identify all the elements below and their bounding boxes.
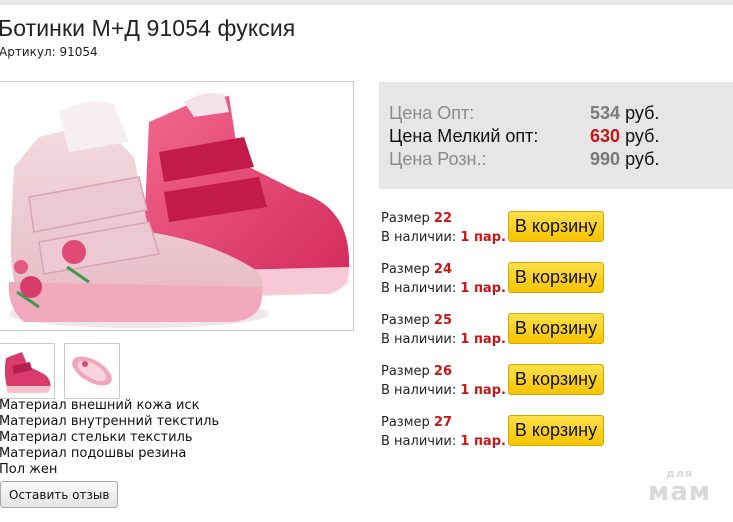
size-value: 27 — [433, 415, 453, 430]
stock-label: В наличии: — [381, 434, 457, 449]
add-to-cart-button[interactable]: В корзину — [508, 415, 604, 446]
price-unit: руб. — [625, 103, 660, 123]
size-value: 22 — [433, 211, 453, 226]
size-label: Размер — [381, 262, 430, 277]
top-bar — [0, 0, 733, 5]
product-specs: Материал внешний кожа иск Материал внутр… — [0, 398, 219, 478]
stock-line: В наличии: 1 пар. — [381, 434, 506, 449]
price-row-retail: Цена Розн.: 990 руб. — [389, 149, 659, 170]
main-product-image[interactable] — [0, 81, 354, 331]
add-to-cart-button[interactable]: В корзину — [508, 313, 604, 344]
price-value: 630 — [590, 126, 621, 146]
price-row-small-wholesale: Цена Мелкий опт: 630 руб. — [389, 126, 659, 147]
thumbnail-sole-view[interactable] — [64, 343, 120, 399]
stock-line: В наличии: 1 пар. — [381, 332, 506, 347]
size-line: Размер 24 — [381, 262, 452, 277]
price-unit: руб. — [625, 126, 660, 146]
watermark-logo: для мам — [648, 468, 711, 505]
add-to-cart-button[interactable]: В корзину — [508, 364, 604, 395]
thumbnail-sole-image — [72, 356, 112, 386]
stock-label: В наличии: — [381, 383, 457, 398]
add-to-cart-button[interactable]: В корзину — [508, 211, 604, 242]
product-title: Ботинки М+Д 91054 фуксия — [0, 15, 296, 41]
spec-line: Материал внутренний текстиль — [0, 414, 220, 429]
stock-line: В наличии: 1 пар. — [381, 383, 506, 398]
size-label: Размер — [381, 415, 430, 430]
size-label: Размер — [381, 364, 430, 379]
spec-line: Пол жен — [0, 462, 58, 477]
size-value: 24 — [433, 262, 453, 277]
size-line: Размер 25 — [381, 313, 452, 328]
spec-line: Материал подошвы резина — [0, 446, 187, 461]
thumbnail-side-view[interactable] — [0, 343, 55, 399]
price-row-wholesale: Цена Опт: 534 руб. — [389, 103, 659, 124]
stock-value: 1 пар. — [460, 332, 506, 347]
price-unit: руб. — [625, 149, 660, 169]
stock-line: В наличии: 1 пар. — [381, 281, 506, 296]
size-label: Размер — [381, 313, 430, 328]
size-line: Размер 22 — [381, 211, 452, 226]
size-value: 25 — [433, 313, 453, 328]
stock-value: 1 пар. — [460, 434, 506, 449]
size-value: 26 — [433, 364, 453, 379]
price-value: 534 — [590, 103, 621, 123]
stock-line: В наличии: 1 пар. — [381, 230, 506, 245]
price-label: Цена Розн.: — [389, 149, 487, 169]
stock-value: 1 пар. — [460, 281, 506, 296]
price-value: 990 — [590, 149, 621, 169]
price-box: Цена Опт: 534 руб. Цена Мелкий опт: 630 ру… — [379, 82, 733, 189]
shoes-illustration — [8, 93, 350, 328]
spec-line: Материал стельки текстиль — [0, 430, 193, 445]
add-to-cart-button[interactable]: В корзину — [508, 262, 604, 293]
watermark-line2: мам — [648, 477, 712, 507]
size-label: Размер — [381, 211, 430, 226]
size-line: Размер 27 — [381, 415, 452, 430]
leave-review-button[interactable]: Оставить отзыв — [0, 481, 119, 508]
stock-label: В наличии: — [381, 230, 457, 245]
stock-value: 1 пар. — [460, 230, 506, 245]
stock-label: В наличии: — [381, 281, 457, 296]
stock-label: В наличии: — [381, 332, 457, 347]
stock-value: 1 пар. — [460, 383, 506, 398]
price-label: Цена Опт: — [389, 103, 475, 123]
thumbnail-shoe-image — [4, 352, 51, 393]
product-sku: Артикул: 91054 — [0, 45, 98, 59]
size-line: Размер 26 — [381, 364, 452, 379]
price-label: Цена Мелкий опт: — [389, 126, 539, 146]
spec-line: Материал внешний кожа иск — [0, 398, 200, 413]
